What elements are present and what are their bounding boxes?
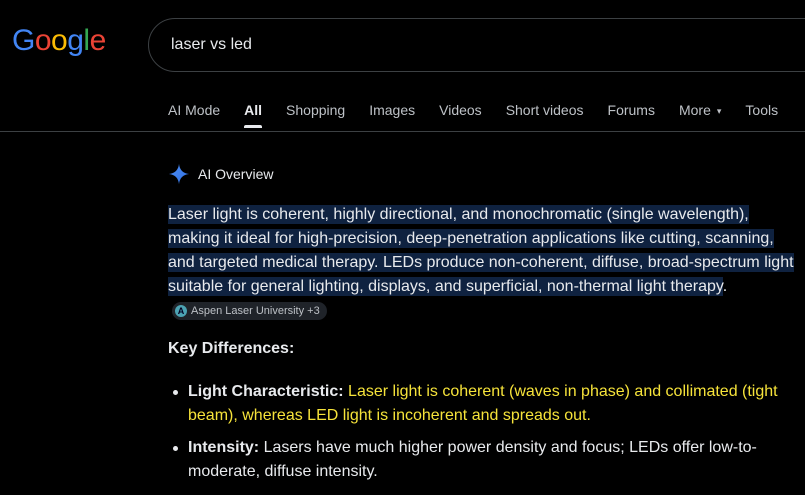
source-favicon-icon bbox=[175, 303, 187, 319]
caret-down-icon: ▾ bbox=[716, 106, 722, 117]
bullet-label: Intensity: bbox=[188, 439, 260, 456]
tabs-divider bbox=[0, 131, 805, 132]
logo-letter: G bbox=[12, 24, 35, 57]
search-input[interactable] bbox=[169, 19, 769, 71]
tab-label: Videos bbox=[439, 102, 482, 118]
logo-letter: o bbox=[34, 24, 52, 57]
bullet-label: Light Characteristic: bbox=[188, 383, 344, 400]
summary-text: Laser light is coherent, highly directio… bbox=[168, 205, 794, 296]
tab-videos[interactable]: Videos bbox=[439, 100, 482, 132]
logo-letter: g bbox=[67, 24, 84, 57]
tab-label: Tools bbox=[745, 102, 779, 118]
ai-overview-summary: Laser light is coherent, highly directio… bbox=[168, 203, 798, 323]
search-box[interactable] bbox=[148, 18, 805, 72]
logo-letter: e bbox=[89, 24, 107, 57]
tab-label: More bbox=[678, 102, 711, 118]
search-tabs: AI Mode All Shopping Images Videos Short vide… bbox=[168, 100, 802, 132]
tab-label: Short videos bbox=[505, 102, 584, 118]
tab-short-videos[interactable]: Short videos bbox=[506, 100, 584, 132]
citation-label: Aspen Laser University +3 bbox=[191, 304, 320, 317]
citation-chip[interactable]: Aspen Laser University +3 bbox=[172, 301, 327, 320]
tab-ai-mode[interactable]: AI Mode bbox=[168, 100, 220, 132]
ai-overview-header: AI Overview bbox=[168, 163, 273, 185]
tab-label: Forums bbox=[607, 102, 655, 118]
tab-tools[interactable]: Tools bbox=[745, 100, 778, 132]
tab-all[interactable]: All bbox=[244, 100, 262, 132]
tab-more[interactable]: More ▾ bbox=[679, 100, 721, 132]
list-item: Intensity: Lasers have much higher power… bbox=[168, 436, 798, 484]
logo-letter: o bbox=[51, 24, 68, 57]
tab-label: Shopping bbox=[286, 102, 346, 118]
ai-overview-label: AI Overview bbox=[198, 166, 274, 182]
differences-list: Light Characteristic: Laser light is coh… bbox=[168, 380, 798, 492]
tab-label: All bbox=[244, 102, 263, 118]
sparkle-icon bbox=[168, 163, 190, 185]
tab-label: AI Mode bbox=[168, 102, 221, 118]
list-item: Light Characteristic: Laser light is coh… bbox=[168, 380, 798, 428]
summary-end: . bbox=[722, 278, 728, 295]
tab-label: Images bbox=[369, 102, 416, 118]
tab-forums[interactable]: Forums bbox=[608, 100, 655, 132]
bullet-text: Lasers have much higher power density an… bbox=[188, 439, 757, 480]
google-logo[interactable]: Google bbox=[12, 24, 106, 58]
tab-shopping[interactable]: Shopping bbox=[286, 100, 345, 132]
tab-images[interactable]: Images bbox=[369, 100, 415, 132]
key-differences-heading: Key Differences: bbox=[168, 340, 295, 357]
search-results-page: Google AI Mode All Shopping Images Videos Sho… bbox=[0, 0, 805, 495]
